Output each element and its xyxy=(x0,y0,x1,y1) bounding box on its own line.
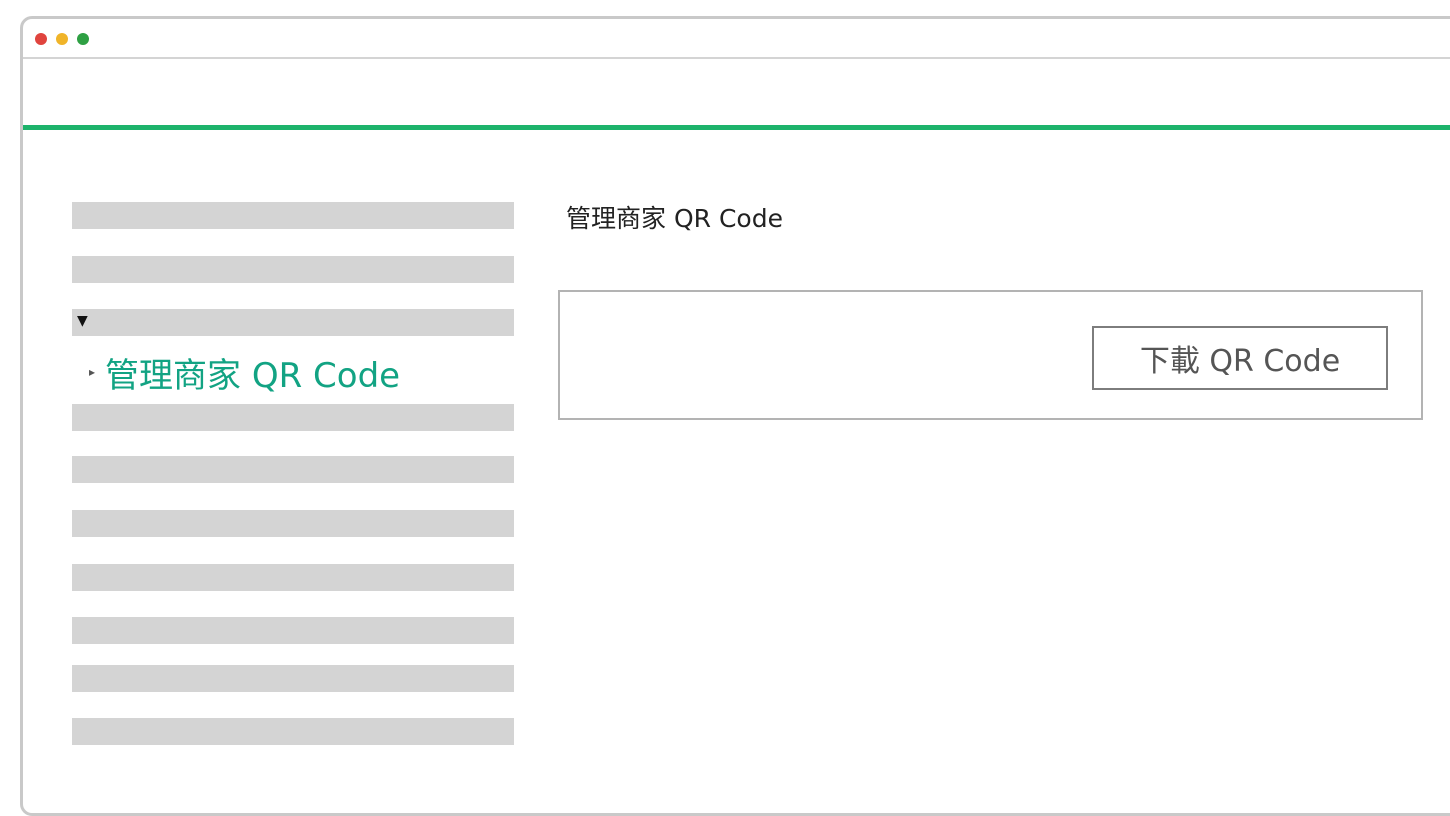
sidebar-item-placeholder[interactable] xyxy=(72,718,514,745)
sidebar-item-placeholder[interactable] xyxy=(72,404,514,431)
play-triangle-icon: ▸ xyxy=(89,365,96,379)
sidebar-item-label: 管理商家 QR Code xyxy=(105,355,401,396)
sidebar-item-placeholder[interactable] xyxy=(72,510,514,537)
minimize-window-dot[interactable] xyxy=(56,33,68,45)
sidebar-item-placeholder[interactable] xyxy=(72,202,514,229)
close-window-dot[interactable] xyxy=(35,33,47,45)
sidebar-item-manage-merchant-qr-code[interactable]: ▸ 管理商家 QR Code xyxy=(89,342,400,402)
sidebar-item-placeholder[interactable] xyxy=(72,256,514,283)
page-title: 管理商家 QR Code xyxy=(566,204,783,233)
sidebar-item-placeholder[interactable] xyxy=(72,564,514,591)
qr-code-panel: 下載 QR Code xyxy=(558,290,1423,420)
maximize-window-dot[interactable] xyxy=(77,33,89,45)
sidebar-group-placeholder[interactable] xyxy=(72,309,514,336)
expand-triangle-icon[interactable]: ▼ xyxy=(77,313,88,329)
download-qr-code-button[interactable]: 下載 QR Code xyxy=(1092,326,1388,390)
sidebar-item-placeholder[interactable] xyxy=(72,665,514,692)
sidebar-item-placeholder[interactable] xyxy=(72,456,514,483)
app-header xyxy=(23,59,1450,130)
window-titlebar xyxy=(23,19,1450,59)
browser-window: ▼ ▸ 管理商家 QR Code 管理商家 QR Code 下載 QR Code xyxy=(20,16,1450,816)
sidebar-item-placeholder[interactable] xyxy=(72,617,514,644)
